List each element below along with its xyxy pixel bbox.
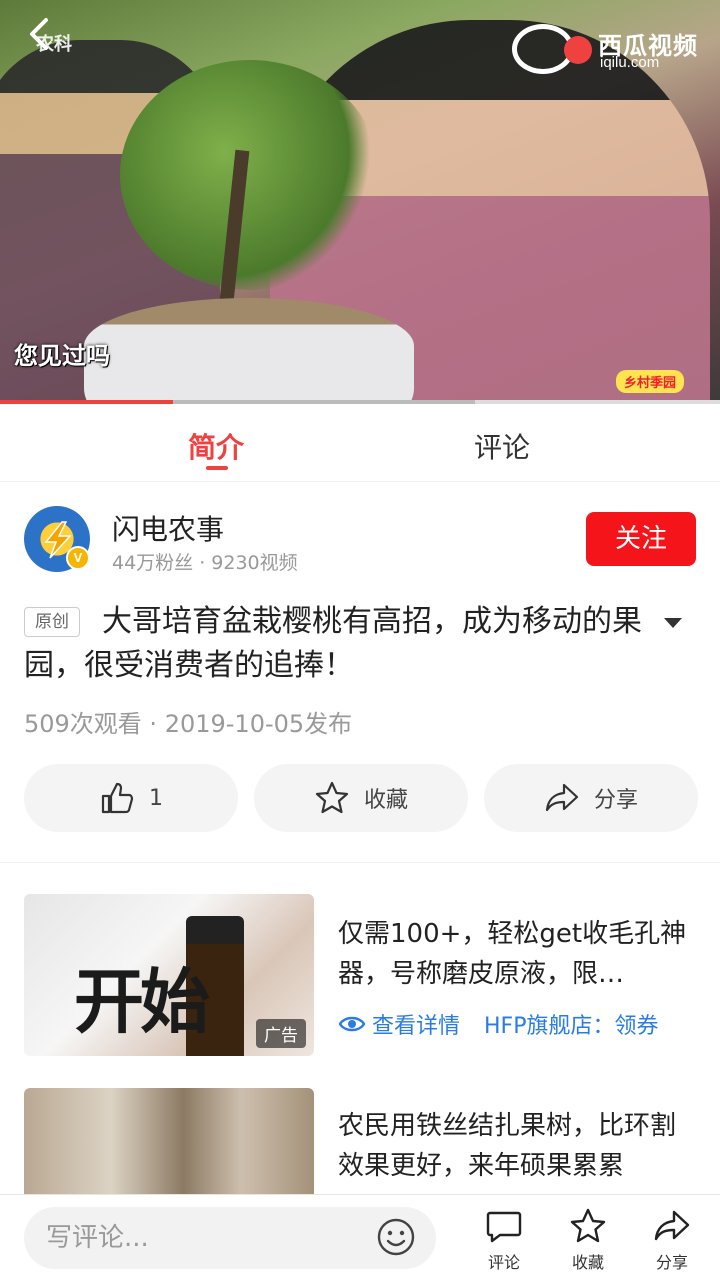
detail-tabs: 简介 评论 [0, 404, 720, 482]
bottom-star-icon [570, 1208, 606, 1243]
watermark-play-icon [564, 36, 592, 64]
video-corner-badge: 乡村季园 [616, 370, 685, 393]
follow-button[interactable]: 关注 [586, 512, 696, 566]
ad-badge: 广告 [256, 1019, 306, 1048]
video-title: 大哥培育盆栽樱桃有高招，成为移动的果园，很受消费者的追捧！ [24, 604, 642, 683]
watermark-url: iqilu.com [600, 54, 660, 71]
verified-badge: V [66, 546, 90, 570]
thumb-overlay-text: 开始 [74, 961, 210, 1043]
like-button[interactable]: 1 [24, 764, 238, 832]
video-player[interactable]: 农科 西瓜视频 iqilu.com 您见过吗 乡村季园 [0, 0, 720, 404]
author-name[interactable]: 闪电农事 [112, 508, 224, 548]
bottom-favorite-button[interactable]: 收藏 [558, 1207, 618, 1273]
view-details-link[interactable]: 查看详情 [372, 1008, 460, 1040]
comment-bubble-icon [486, 1211, 522, 1243]
thumbs-up-icon [101, 782, 134, 814]
share-label: 分享 [593, 788, 638, 813]
bottom-share-button[interactable]: 分享 [642, 1207, 702, 1273]
expand-caret-icon[interactable] [662, 614, 684, 630]
eye-icon [338, 1016, 366, 1032]
feed-ad-link[interactable]: 查看详情 HFP旗舰店：领券 [338, 1008, 658, 1040]
favorite-label: 收藏 [363, 788, 408, 813]
share-arrow-icon [545, 783, 579, 812]
bottom-share-icon [654, 1210, 690, 1241]
bottom-comment-label: 评论 [487, 1253, 520, 1272]
feed-ad-thumbnail[interactable]: 开始 广告 [24, 894, 314, 1056]
tab-comments[interactable]: 评论 [474, 426, 530, 466]
video-watermark: 西瓜视频 iqilu.com [512, 24, 702, 74]
video-plant-foliage [120, 60, 380, 290]
author-stats: 44万粉丝 · 9230视频 [112, 552, 298, 574]
ad-source[interactable]: HFP旗舰店：领券 [484, 1008, 658, 1040]
section-divider [0, 862, 720, 863]
tab-intro[interactable]: 简介 [188, 426, 244, 466]
back-arrow-icon[interactable] [24, 14, 60, 54]
star-icon [315, 781, 349, 814]
original-tag: 原创 [24, 607, 80, 637]
tab-active-indicator [206, 466, 228, 470]
like-count: 1 [149, 785, 163, 811]
bottom-favorite-label: 收藏 [571, 1253, 604, 1272]
bottom-comment-button[interactable]: 评论 [474, 1207, 534, 1273]
video-subtitle: 您见过吗 [14, 342, 110, 370]
emoji-icon[interactable] [376, 1217, 416, 1257]
feed-video-title[interactable]: 农民用铁丝结扎果树，比环割效果更好，来年硕果累累 [338, 1106, 688, 1186]
share-button[interactable]: 分享 [484, 764, 698, 832]
bottom-action-bar: 写评论... 评论 收藏 分享 [0, 1194, 720, 1280]
video-flower-pot [84, 298, 414, 404]
feed-ad-title[interactable]: 仅需100+，轻松get收毛孔神器，号称磨皮原液，限… [338, 914, 688, 994]
favorite-button[interactable]: 收藏 [254, 764, 468, 832]
bottom-share-label: 分享 [655, 1253, 688, 1272]
comment-input[interactable]: 写评论... [24, 1207, 436, 1269]
video-meta: 509次观看 · 2019-10-05发布 [24, 710, 353, 738]
